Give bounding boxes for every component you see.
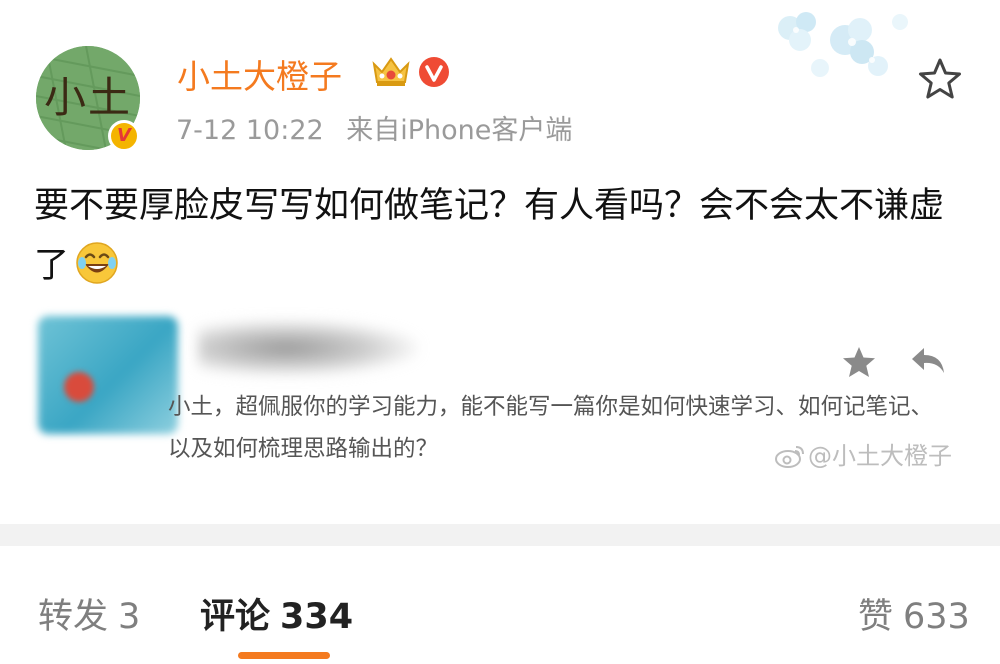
avatar-text: 小土 — [43, 73, 132, 122]
quoted-comment[interactable]: 小土，超佩服你的学习能力，能不能写一篇你是如何快速学习、如何记笔记、以及如何梳理… — [34, 310, 964, 490]
comment-label: 评论 — [200, 597, 271, 637]
post-text: 要不要厚脸皮写写如何做笔记？有人看吗？会不会太不谦虚了 — [34, 186, 945, 286]
weibo-post-screen: 小土 V 小土大橙子 7-12 10:22 来自iPhone客户端 要不要厚脸皮… — [0, 0, 1000, 664]
post-meta: 7-12 10:22 来自iPhone客户端 — [176, 108, 572, 147]
commenter-name-blurred — [198, 320, 418, 376]
commenter-avatar-blurred — [38, 316, 178, 434]
comment-reply-icon[interactable] — [908, 342, 948, 378]
crown-icon — [372, 57, 410, 86]
weibo-watermark: @小土大橙子 — [774, 436, 952, 471]
active-tab-indicator — [238, 652, 330, 659]
tab-comment[interactable]: 评论 334 — [200, 588, 353, 639]
repost-count: 3 — [118, 597, 141, 637]
like-count: 633 — [903, 597, 970, 637]
commenter-avatar-detail — [64, 372, 94, 402]
flower-decoration-icon — [778, 12, 908, 77]
post-source[interactable]: 来自iPhone客户端 — [346, 115, 572, 146]
repost-label: 转发 — [38, 597, 109, 637]
post-body: 要不要厚脸皮写写如何做笔记？有人看吗？会不会太不谦虚了 — [34, 176, 969, 296]
comment-count: 334 — [280, 597, 354, 637]
weibo-logo-icon — [775, 446, 804, 468]
tab-repost[interactable]: 转发 3 — [38, 588, 140, 639]
laugh-cry-emoji-icon — [76, 242, 118, 284]
red-v-icon — [419, 57, 449, 87]
section-divider — [0, 524, 1000, 546]
comment-star-icon[interactable] — [840, 344, 878, 380]
watermark-text: @小土大橙子 — [808, 442, 952, 470]
tab-like[interactable]: 赞 633 — [858, 588, 970, 639]
post-time: 7-12 10:22 — [176, 115, 324, 146]
verified-badge-icon: V — [108, 120, 140, 152]
author-name[interactable]: 小土大橙子 — [177, 50, 342, 98]
favorite-star-icon[interactable] — [916, 56, 964, 102]
like-label: 赞 — [858, 597, 894, 637]
engagement-tabs: 转发 3 评论 334 赞 633 — [0, 546, 1000, 664]
